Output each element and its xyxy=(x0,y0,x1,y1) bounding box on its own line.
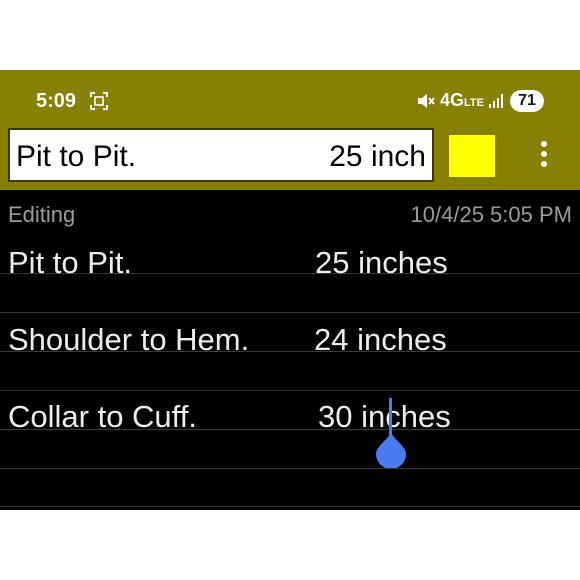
measurement-label[interactable]: Pit to Pit. xyxy=(8,245,132,281)
app-bar: 5:09 4GLTE 71 Pit to Pit. 25 inch xyxy=(0,70,580,190)
screenshot-icon xyxy=(90,92,108,110)
cursor-handle-icon[interactable] xyxy=(376,432,406,468)
row-divider xyxy=(0,312,580,313)
color-swatch-button[interactable] xyxy=(449,135,495,177)
row-divider xyxy=(0,390,580,391)
measurement-edit-field[interactable]: Pit to Pit. 25 inch xyxy=(8,128,434,182)
network-type: 4GLTE xyxy=(440,90,484,110)
measurement-value[interactable]: 25 inches xyxy=(315,245,448,281)
status-bar: 5:09 4GLTE 71 xyxy=(0,70,580,126)
measurement-label[interactable]: Shoulder to Hem. xyxy=(8,322,249,358)
mute-icon xyxy=(418,94,435,108)
battery-indicator: 71 xyxy=(510,90,544,112)
measurement-value[interactable]: 30 inches xyxy=(318,399,451,435)
measurement-value[interactable]: 24 inches xyxy=(314,322,447,358)
top-margin xyxy=(0,0,580,70)
status-time: 5:09 xyxy=(36,90,77,112)
row-divider xyxy=(0,468,580,469)
row-divider xyxy=(0,506,580,507)
measurement-label[interactable]: Collar to Cuff. xyxy=(8,399,197,435)
mode-label: Editing xyxy=(8,202,76,227)
measurement-list: Editing 10/4/25 5:05 PM Pit to Pit. 25 i… xyxy=(0,190,580,510)
timestamp: 10/4/25 5:05 PM xyxy=(410,202,572,227)
signal-icon xyxy=(489,94,503,108)
bottom-margin xyxy=(0,510,580,580)
more-vert-icon[interactable] xyxy=(530,138,558,178)
edit-field-label: Pit to Pit. xyxy=(16,140,137,173)
edit-field-value: 25 inch xyxy=(329,140,426,173)
